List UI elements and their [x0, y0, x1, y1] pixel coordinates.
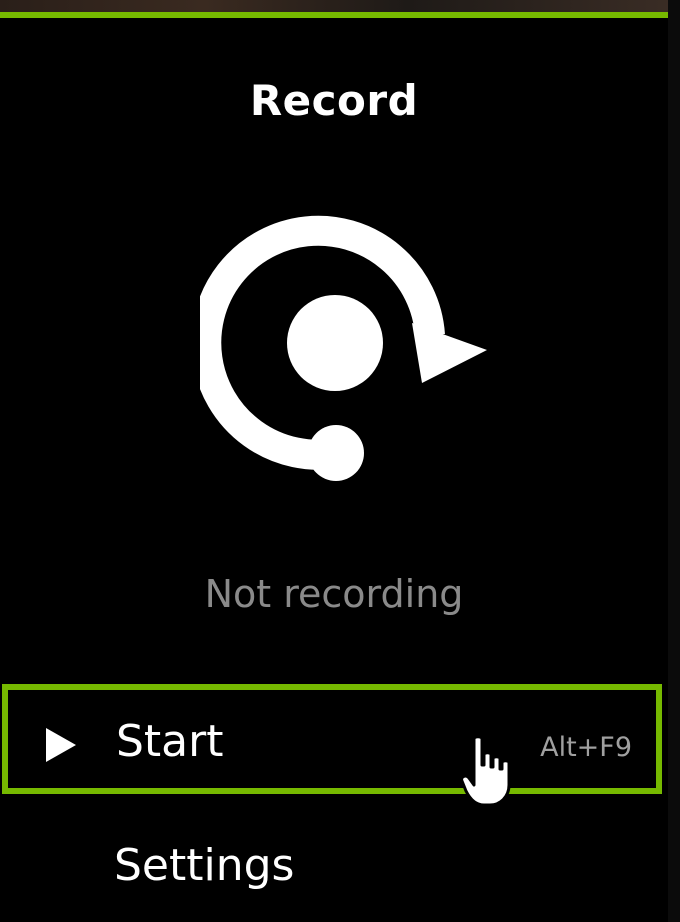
hand-pointer-icon: [460, 735, 511, 807]
start-shortcut: Alt+F9: [540, 732, 632, 763]
record-icon: [200, 215, 487, 481]
recording-status: Not recording: [204, 572, 464, 616]
panel-title: Record: [249, 76, 419, 125]
start-label: Start: [116, 716, 224, 767]
settings-menu-item[interactable]: Settings: [2, 820, 662, 920]
start-menu-item[interactable]: Start Alt+F9: [2, 684, 662, 794]
settings-label: Settings: [114, 840, 295, 891]
panel-right-edge: [668, 0, 680, 922]
play-icon: [46, 728, 76, 762]
